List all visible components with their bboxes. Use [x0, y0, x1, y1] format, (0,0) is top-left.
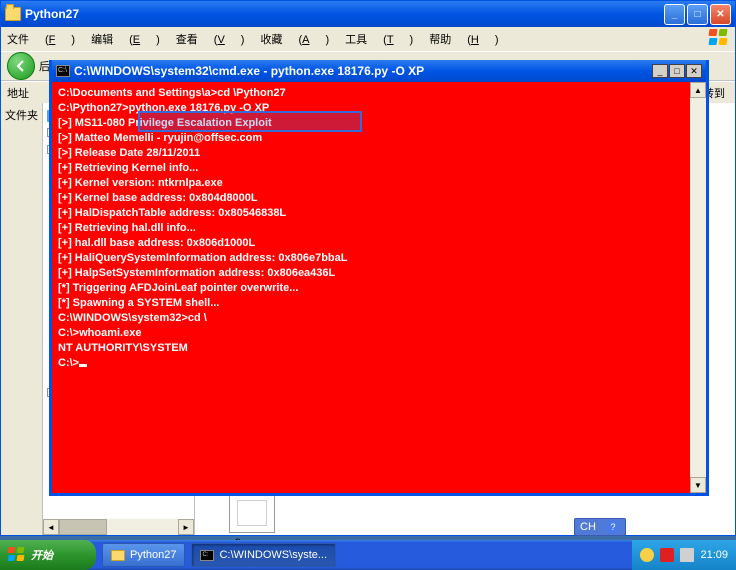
cmd-title: C:\WINDOWS\system32\cmd.exe - python.exe… [74, 64, 651, 78]
terminal-line: [+] HaliQuerySystemInformation address: … [58, 251, 684, 266]
explorer-title: Python27 [25, 7, 664, 21]
maximize-button[interactable]: □ [669, 64, 685, 78]
taskbar: 开始 Python27 C: C:\WINDOWS\syste... 21:09 [0, 540, 736, 570]
folder-icon [5, 7, 21, 21]
menu-fav[interactable]: 收藏(A) [260, 31, 329, 47]
terminal-line: [+] Retrieving hal.dll info... [58, 221, 684, 236]
menu-tool[interactable]: 工具(T) [345, 31, 413, 47]
terminal-line: NT AUTHORITY\SYSTEM [58, 341, 684, 356]
help-icon[interactable]: ? [606, 520, 620, 534]
scroll-left-icon[interactable]: ◄ [43, 519, 59, 535]
terminal-line: C:\> [58, 356, 684, 371]
task-label: C:\WINDOWS\syste... [219, 549, 327, 561]
terminal-line: [>] Matteo Memelli - ryujin@offsec.com [58, 131, 684, 146]
network-icon[interactable] [680, 548, 694, 562]
terminal-line: [+] Kernel base address: 0x804d8000L [58, 191, 684, 206]
menu-file[interactable]: 文件(F) [7, 31, 75, 47]
language-bar[interactable]: CH ? [574, 518, 626, 536]
terminal-line: [*] Spawning a SYSTEM shell... [58, 296, 684, 311]
scroll-down-icon[interactable]: ▼ [690, 477, 706, 493]
system-tray[interactable]: 21:09 [632, 540, 736, 570]
command-highlight [138, 111, 362, 132]
cmd-icon: C:\ [56, 65, 70, 77]
task-label: Python27 [130, 549, 176, 561]
scroll-track[interactable] [690, 98, 706, 477]
terminal-output[interactable]: C:\Documents and Settings\a>cd \Python27… [52, 82, 690, 493]
scroll-thumb[interactable] [59, 519, 107, 535]
explorer-titlebar[interactable]: Python27 _ □ ✕ [1, 1, 735, 27]
menu-help[interactable]: 帮助(H) [429, 31, 498, 47]
sidebar-header: 文件夹 [1, 103, 43, 535]
scroll-up-icon[interactable]: ▲ [690, 82, 706, 98]
menu-view[interactable]: 查看(V) [176, 31, 245, 47]
terminal-line: [+] Retrieving Kernel info... [58, 161, 684, 176]
cmd-window-controls: _ □ ✕ [651, 64, 702, 78]
start-button[interactable]: 开始 [0, 540, 96, 570]
terminal-line: [>] Release Date 28/11/2011 [58, 146, 684, 161]
terminal-line: [+] hal.dll base address: 0x806d1000L [58, 236, 684, 251]
terminal-line: [+] HalpSetSystemInformation address: 0x… [58, 266, 684, 281]
window-controls: _ □ ✕ [664, 4, 731, 25]
taskbar-task-button[interactable]: C: C:\WINDOWS\syste... [191, 543, 336, 567]
terminal-line: [+] Kernel version: ntkrnlpa.exe [58, 176, 684, 191]
menu-edit[interactable]: 编辑(E) [91, 31, 160, 47]
terminal-line: C:\WINDOWS\system32>cd \ [58, 311, 684, 326]
cmd-window: C:\ C:\WINDOWS\system32\cmd.exe - python… [49, 60, 709, 496]
cmd-titlebar[interactable]: C:\ C:\WINDOWS\system32\cmd.exe - python… [52, 60, 706, 82]
task-buttons: Python27 C: C:\WINDOWS\syste... [96, 543, 336, 567]
menubar: 文件(F) 编辑(E) 查看(V) 收藏(A) 工具(T) 帮助(H) [1, 27, 735, 51]
file-thumb-icon [229, 493, 275, 533]
terminal-line: C:\Documents and Settings\a>cd \Python27 [58, 86, 684, 101]
terminal-line: C:\>whoami.exe [58, 326, 684, 341]
tree-scrollbar[interactable]: ◄ ► [43, 519, 194, 535]
cmd-icon: C: [200, 550, 214, 561]
minimize-button[interactable]: _ [664, 4, 685, 25]
windows-logo-icon [8, 547, 26, 563]
tray-icon[interactable] [640, 548, 654, 562]
windows-logo-icon [709, 29, 729, 47]
cursor [79, 364, 87, 367]
clock[interactable]: 21:09 [700, 549, 728, 561]
maximize-button[interactable]: □ [687, 4, 708, 25]
back-button[interactable] [7, 52, 35, 80]
security-shield-icon[interactable] [660, 548, 674, 562]
minimize-button[interactable]: _ [652, 64, 668, 78]
arrow-left-icon [14, 59, 28, 73]
close-button[interactable]: ✕ [710, 4, 731, 25]
scroll-right-icon[interactable]: ► [178, 519, 194, 535]
folder-icon [111, 550, 125, 561]
close-button[interactable]: ✕ [686, 64, 702, 78]
terminal-line: [+] HalDispatchTable address: 0x80546838… [58, 206, 684, 221]
addressbar-label: 地址 [7, 85, 29, 101]
cmd-scrollbar[interactable]: ▲ ▼ [690, 82, 706, 493]
language-label: CH [580, 521, 596, 533]
taskbar-task-button[interactable]: Python27 [102, 543, 185, 567]
terminal-line: [*] Triggering AFDJoinLeaf pointer overw… [58, 281, 684, 296]
